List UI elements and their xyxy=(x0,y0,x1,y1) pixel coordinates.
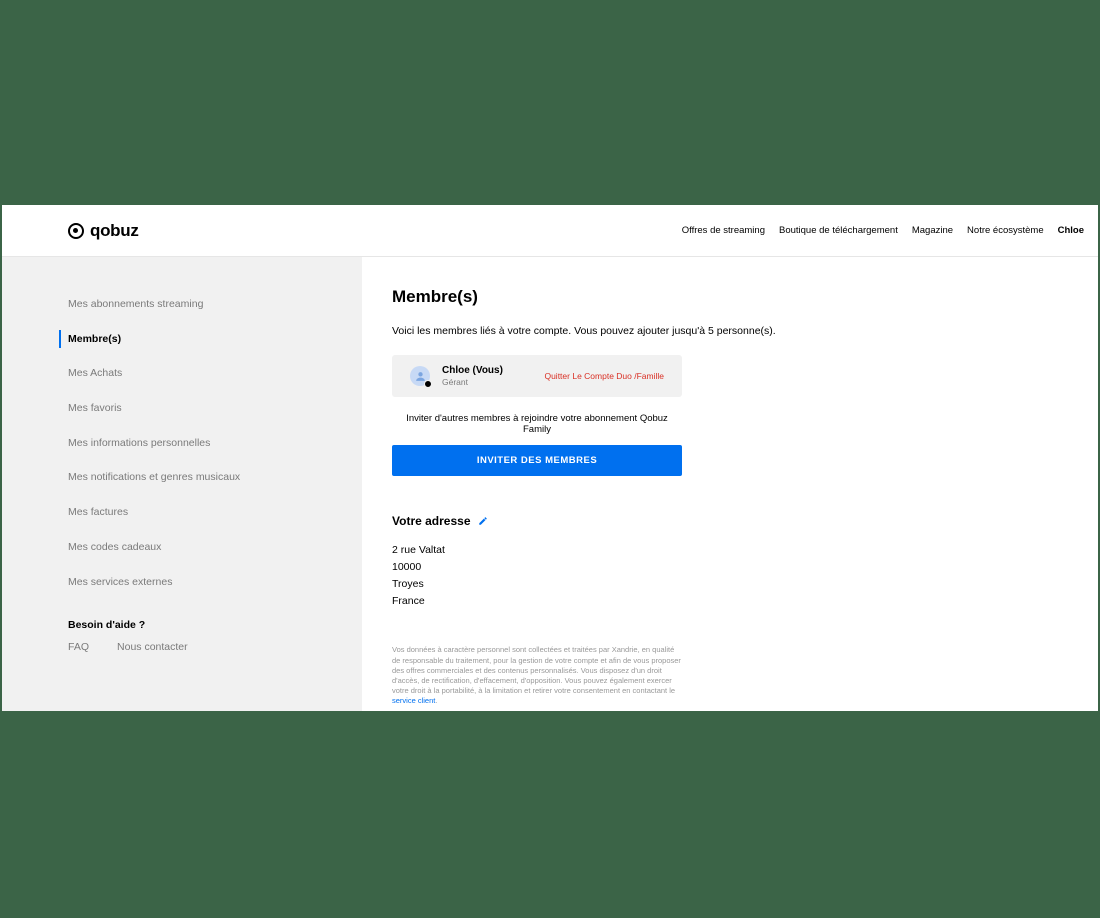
sidebar-item-achats[interactable]: Mes Achats xyxy=(2,356,362,391)
sidebar-item-services[interactable]: Mes services externes xyxy=(2,565,362,600)
address-line1: 2 rue Valtat xyxy=(392,542,1048,559)
member-left: Chloe (Vous) Gérant xyxy=(410,365,503,387)
main-content: Membre(s) Voici les membres liés à votre… xyxy=(362,257,1098,711)
member-role: Gérant xyxy=(442,377,503,387)
sidebar-help-contact[interactable]: Nous contacter xyxy=(117,641,188,653)
sidebar: Mes abonnements streaming Membre(s) Mes … xyxy=(2,257,362,711)
invite-members-button[interactable]: INVITER DES MEMBRES xyxy=(392,445,682,476)
sidebar-item-notifications[interactable]: Mes notifications et genres musicaux xyxy=(2,460,362,495)
address-line4: France xyxy=(392,593,1048,610)
address-line2: 10000 xyxy=(392,559,1048,576)
member-row: Chloe (Vous) Gérant Quitter Le Compte Du… xyxy=(392,355,682,397)
invite-text: Inviter d'autres membres à rejoindre vot… xyxy=(392,413,682,435)
edit-address-icon[interactable] xyxy=(478,516,488,526)
page-title: Membre(s) xyxy=(392,287,1048,307)
address-title: Votre adresse xyxy=(392,514,471,528)
sidebar-item-infos[interactable]: Mes informations personnelles xyxy=(2,426,362,461)
sidebar-help-links: FAQ Nous contacter xyxy=(2,637,362,653)
logo-icon xyxy=(68,223,84,239)
address-section-title: Votre adresse xyxy=(392,514,1048,528)
leave-account-link[interactable]: Quitter Le Compte Duo /Famille xyxy=(544,371,664,381)
member-info: Chloe (Vous) Gérant xyxy=(442,365,503,387)
legal-text: Vos données à caractère personnel sont c… xyxy=(392,645,682,706)
sidebar-item-membres[interactable]: Membre(s) xyxy=(2,322,362,357)
sidebar-help-title: Besoin d'aide ? xyxy=(2,599,362,637)
nav-ecosysteme[interactable]: Notre écosystème xyxy=(967,225,1044,236)
address-line3: Troyes xyxy=(392,576,1048,593)
header: qobuz Offres de streaming Boutique de té… xyxy=(2,205,1098,257)
app-window: qobuz Offres de streaming Boutique de té… xyxy=(2,205,1098,711)
sidebar-item-abonnements[interactable]: Mes abonnements streaming xyxy=(2,287,362,322)
pencil-icon xyxy=(478,516,488,526)
avatar-badge-icon xyxy=(424,380,432,388)
sidebar-item-codes[interactable]: Mes codes cadeaux xyxy=(2,530,362,565)
nav-user[interactable]: Chloe xyxy=(1058,225,1084,236)
top-nav: Offres de streaming Boutique de téléchar… xyxy=(682,225,1084,236)
sidebar-item-favoris[interactable]: Mes favoris xyxy=(2,391,362,426)
sidebar-item-factures[interactable]: Mes factures xyxy=(2,495,362,530)
body: Mes abonnements streaming Membre(s) Mes … xyxy=(2,257,1098,711)
intro-text: Voici les membres liés à votre compte. V… xyxy=(392,325,1048,337)
member-name: Chloe (Vous) xyxy=(442,365,503,377)
nav-magazine[interactable]: Magazine xyxy=(912,225,953,236)
nav-boutique[interactable]: Boutique de téléchargement xyxy=(779,225,898,236)
legal-service-client-link[interactable]: service client xyxy=(392,696,435,705)
brand-name: qobuz xyxy=(90,221,139,241)
nav-offres[interactable]: Offres de streaming xyxy=(682,225,765,236)
legal-body: Vos données à caractère personnel sont c… xyxy=(392,645,681,695)
avatar xyxy=(410,366,430,386)
sidebar-help-faq[interactable]: FAQ xyxy=(68,641,89,653)
brand-logo[interactable]: qobuz xyxy=(68,221,139,241)
